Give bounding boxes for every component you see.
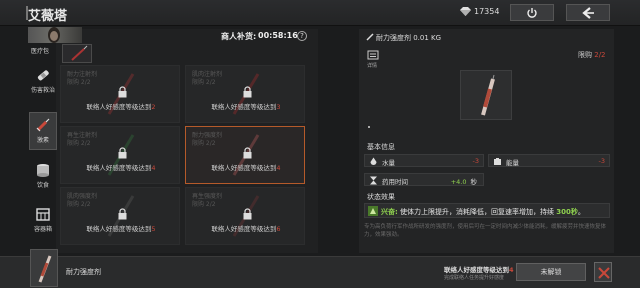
stat-label: 水量 — [382, 159, 395, 167]
unlock-requirement: 联络人好感度等级达到4 — [211, 164, 281, 172]
unlock-requirement: 联络人好感度等级达到4 — [444, 266, 514, 274]
lock-icon — [243, 147, 252, 159]
unlock-button[interactable]: 未解锁 — [516, 263, 586, 281]
detail-purchase-limit: 限购 2/2 — [578, 51, 606, 59]
lock-icon — [243, 86, 252, 98]
sidebar-item-container[interactable]: 容器箱 — [29, 206, 57, 233]
sidebar-item-injury-care[interactable]: 伤害救治 — [29, 67, 57, 94]
close-button[interactable] — [594, 262, 612, 282]
lock-icon — [118, 208, 127, 220]
top-bar: 艾薇塔 17354 — [0, 0, 640, 26]
stat-energy: 能量 -3 — [488, 154, 610, 167]
lock-icon — [118, 147, 127, 159]
item-limit: 限购 2/2 — [67, 201, 91, 208]
selected-item-name: 耐力强度剂 — [66, 268, 101, 276]
shop-item-card[interactable]: 再生强度剂 限购 2/2 联络人好感度等级达到6 — [185, 187, 305, 245]
close-icon — [598, 267, 610, 279]
shop-item-card[interactable]: 再生注射剂 限购 2/2 联络人好感度等级达到4 — [60, 126, 180, 184]
excited-effect-icon — [368, 206, 378, 216]
hourglass-icon — [370, 176, 377, 185]
unlock-requirement: 联络人好感度等级达到5 — [86, 225, 156, 233]
page-title: 艾薇塔 — [28, 9, 68, 24]
back-button[interactable] — [566, 4, 610, 21]
power-icon — [527, 7, 537, 18]
help-button[interactable]: ? — [297, 31, 307, 41]
contact-portrait — [28, 27, 82, 43]
shop-item-card[interactable]: 肌肉强度剂 限购 2/2 联络人好感度等级达到5 — [60, 187, 180, 245]
status-effect-text: 兴奋: 使体力上限提升，消耗降低，回复速率增加，持续 300秒。 — [381, 208, 585, 216]
shop-item-card[interactable]: 肌肉注射剂 限购 2/2 联络人好感度等级达到3 — [185, 65, 305, 123]
lock-icon — [118, 86, 127, 98]
water-drop-icon — [370, 157, 377, 165]
bandage-icon — [37, 70, 49, 81]
item-preview — [460, 70, 512, 120]
stat-label: 药用时间 — [382, 178, 408, 186]
medkit-slot[interactable] — [62, 44, 92, 63]
unlock-requirement: 联络人好感度等级达到3 — [211, 103, 281, 111]
syringe-small-icon — [366, 33, 374, 41]
back-arrow-icon — [582, 6, 594, 19]
sidebar-item-food[interactable]: 饮食 — [29, 162, 57, 189]
merchant-restock-timer: 00:58:16 — [258, 31, 298, 40]
sidebar-item-label: 饮食 — [36, 182, 49, 189]
stat-value: +4.0 秒 — [450, 178, 477, 186]
unlock-hint: 完成联络人任务提升好感度 — [444, 275, 505, 281]
basic-info-title: 基本信息 — [367, 143, 395, 151]
merchant-restock-label: 商人补货: — [221, 32, 257, 41]
stat-label: 能量 — [506, 159, 519, 167]
item-limit: 限购 2/2 — [67, 140, 91, 147]
syringe-icon — [36, 118, 50, 132]
pagination-dot — [368, 126, 370, 128]
stat-value: -3 — [472, 157, 479, 165]
item-limit: 限购 2/2 — [192, 79, 216, 86]
shop-item-card-selected[interactable]: 耐力强度剂 限购 2/2 联络人好感度等级达到4 — [185, 126, 305, 184]
detail-info-icon[interactable] — [367, 50, 379, 60]
energy-icon — [494, 158, 501, 165]
power-button[interactable] — [510, 4, 554, 21]
unlock-requirement: 联络人好感度等级达到6 — [211, 225, 281, 233]
container-box-icon — [36, 208, 50, 221]
sidebar-item-label: 激素 — [36, 137, 49, 144]
item-detail-panel — [359, 29, 614, 253]
item-limit: 限购 2/2 — [67, 79, 91, 86]
lock-icon — [243, 208, 252, 220]
sidebar-label-medkit: 医疗包 — [31, 48, 50, 55]
syringe-icon — [38, 255, 52, 283]
stat-water: 水量 -3 — [364, 154, 484, 167]
sidebar-item-label: 容器箱 — [33, 226, 52, 233]
item-limit: 限购 2/2 — [192, 201, 216, 208]
shop-item-card[interactable]: 耐力注射剂 限购 2/2 联络人好感度等级达到2 — [60, 65, 180, 123]
item-limit: 限购 2/2 — [192, 140, 216, 147]
sidebar-item-label: 伤害救治 — [30, 87, 55, 94]
sidebar-item-hormone[interactable]: 激素 — [29, 112, 57, 150]
currency-icon — [460, 7, 471, 16]
unlock-requirement: 联络人好感度等级达到2 — [86, 103, 156, 111]
syringe-preview-icon — [481, 74, 495, 116]
currency-value: 17354 — [474, 7, 500, 16]
item-description: 专为高负荷行军作战所研发的强度剂，使用后可在一定时间内减少体能消耗，缓解疲劳并快… — [364, 224, 607, 238]
syringe-icon — [71, 45, 88, 61]
detail-info-label: 详情 — [367, 63, 378, 69]
detail-item-name: 耐力强度剂 0.01 KG — [376, 34, 442, 42]
status-effect-row: 兴奋: 使体力上限提升，消耗降低，回复速率增加，持续 300秒。 — [364, 203, 610, 218]
stat-value: -3 — [598, 157, 605, 165]
food-can-icon — [37, 164, 49, 177]
stat-duration: 药用时间 +4.0 秒 — [364, 173, 484, 186]
selected-item-slot — [30, 249, 58, 287]
status-effect-title: 状态效果 — [367, 193, 395, 201]
unlock-requirement: 联络人好感度等级达到4 — [86, 164, 156, 172]
